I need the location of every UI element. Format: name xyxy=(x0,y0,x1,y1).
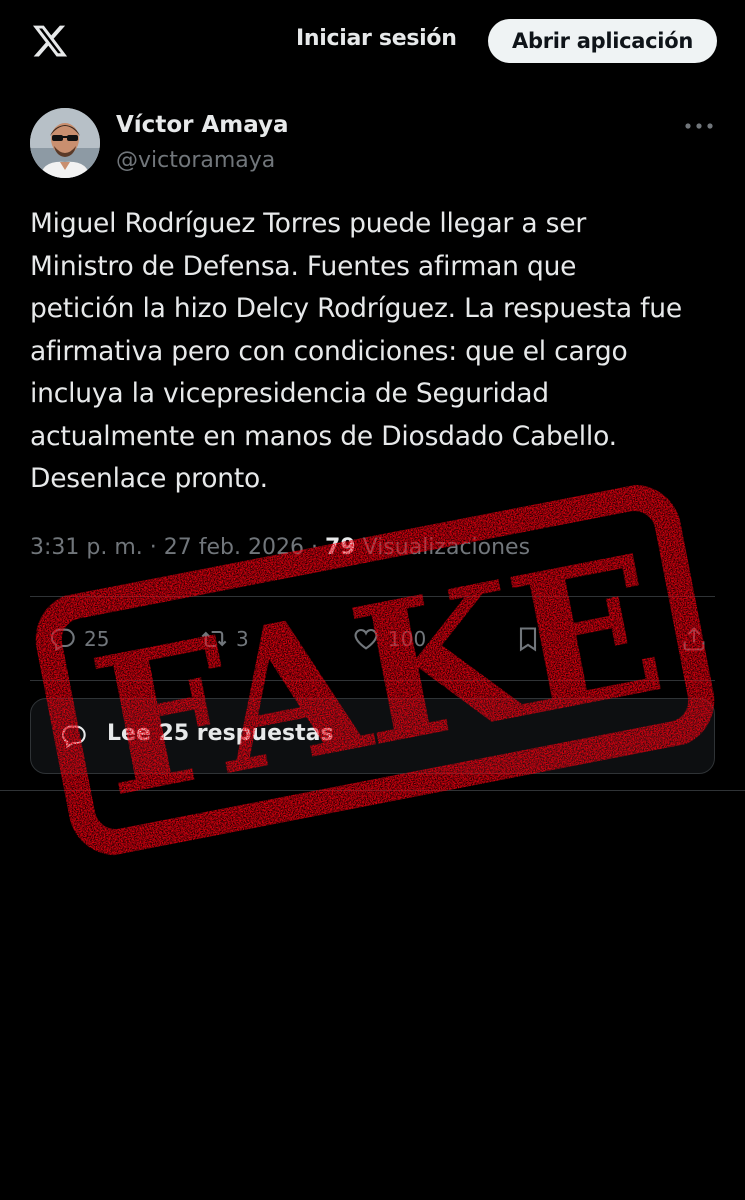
bookmark-icon xyxy=(519,627,537,652)
action-bar: 25 3 100 xyxy=(30,615,715,663)
like-button[interactable]: 100 xyxy=(352,615,426,663)
read-replies-button[interactable]: Lee 25 respuestas xyxy=(30,698,715,774)
tweet-text: Miguel Rodríguez Torres puede llegar a s… xyxy=(30,208,682,494)
reply-icon xyxy=(50,628,75,652)
open-app-button[interactable]: Abrir aplicación xyxy=(488,19,717,63)
reply-button[interactable]: 25 xyxy=(48,615,109,663)
divider xyxy=(30,596,715,597)
tweet-time[interactable]: 3:31 p. m. xyxy=(30,535,143,560)
reply-icon xyxy=(61,725,86,749)
more-options-icon[interactable] xyxy=(682,112,716,140)
avatar[interactable] xyxy=(30,108,100,178)
tweet-meta: 3:31 p. m. · 27 feb. 2026 · 79 Visualiza… xyxy=(30,535,530,560)
meta-separator: · xyxy=(149,535,164,560)
avatar-photo-icon xyxy=(30,108,100,178)
divider xyxy=(30,680,715,681)
bookmark-button[interactable] xyxy=(514,615,542,663)
share-icon xyxy=(683,627,705,651)
like-count: 100 xyxy=(388,627,427,651)
tweet-date[interactable]: 27 feb. 2026 xyxy=(164,535,304,560)
repost-icon xyxy=(201,630,227,648)
reply-count: 25 xyxy=(84,627,110,651)
repost-count: 3 xyxy=(236,627,249,651)
views-label: Visualizaciones xyxy=(362,535,531,560)
tweet-page: Iniciar sesión Abrir aplicación Víctor A… xyxy=(0,0,745,1200)
author-handle[interactable]: @victoramaya xyxy=(116,148,275,173)
meta-separator: · xyxy=(311,535,325,560)
x-logo-icon[interactable] xyxy=(30,22,70,60)
login-link[interactable]: Iniciar sesión xyxy=(296,26,457,51)
author-name[interactable]: Víctor Amaya xyxy=(116,112,289,138)
divider xyxy=(0,790,745,791)
like-icon xyxy=(354,628,378,650)
views-count: 79 xyxy=(325,535,356,560)
repost-button[interactable]: 3 xyxy=(200,615,249,663)
fake-stamp: FAKE xyxy=(35,484,715,856)
top-bar: Iniciar sesión Abrir aplicación xyxy=(0,0,745,82)
read-replies-label: Lee 25 respuestas xyxy=(107,721,334,746)
share-button[interactable] xyxy=(680,615,708,663)
